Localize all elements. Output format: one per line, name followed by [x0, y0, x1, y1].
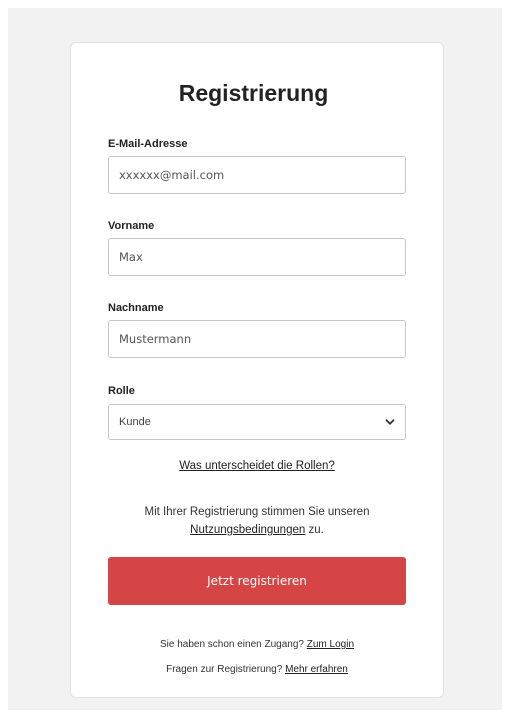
- roles-info-row: Was unterscheidet die Rollen?: [70, 458, 444, 474]
- email-field[interactable]: [108, 156, 406, 194]
- last-name-field[interactable]: [108, 320, 406, 358]
- help-prompt: Fragen zur Registrierung? Mehr erfahren: [70, 662, 444, 678]
- register-button[interactable]: Jetzt registrieren: [108, 557, 406, 605]
- terms-link[interactable]: Nutzungsbedingungen: [190, 524, 305, 536]
- first-name-field[interactable]: [108, 238, 406, 276]
- login-link[interactable]: Zum Login: [307, 639, 354, 650]
- first-name-label: Vorname: [108, 220, 155, 232]
- role-label: Rolle: [108, 385, 135, 397]
- terms-suffix: zu.: [305, 524, 324, 536]
- help-link[interactable]: Mehr erfahren: [285, 664, 348, 675]
- last-name-label: Nachname: [108, 302, 164, 314]
- login-question: Sie haben schon einen Zugang?: [159, 639, 307, 650]
- role-select-value: Kunde: [119, 416, 151, 428]
- role-select[interactable]: Kunde: [108, 404, 406, 440]
- page-title: Registrierung: [178, 80, 329, 106]
- chevron-down-icon: [385, 419, 395, 425]
- terms-line-2: Nutzungsbedingungen zu.: [70, 522, 444, 538]
- help-question: Fragen zur Registrierung?: [166, 664, 286, 675]
- roles-info-link[interactable]: Was unterscheidet die Rollen?: [179, 460, 335, 472]
- email-label: E-Mail-Adresse: [108, 138, 188, 150]
- terms-line-1: Mit Ihrer Registrierung stimmen Sie unse…: [144, 506, 370, 518]
- login-prompt: Sie haben schon einen Zugang? Zum Login: [70, 637, 444, 653]
